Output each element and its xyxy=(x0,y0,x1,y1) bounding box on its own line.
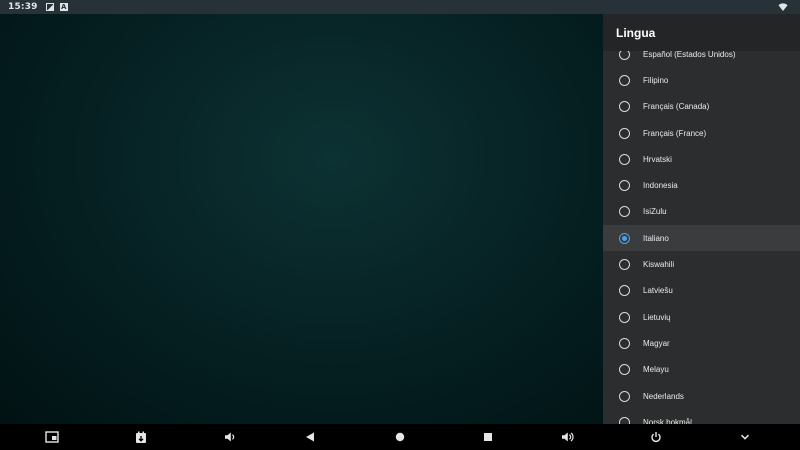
wifi-icon xyxy=(778,2,788,12)
language-option[interactable]: Norsk bokmål xyxy=(603,409,800,424)
radio-button[interactable] xyxy=(619,180,630,192)
language-option-label: Lietuvių xyxy=(643,312,671,322)
language-option[interactable]: Filipino xyxy=(603,67,800,93)
volume-up-icon[interactable] xyxy=(560,429,576,445)
language-option-label: Nederlands xyxy=(643,391,684,401)
language-option[interactable]: Nederlands xyxy=(603,383,800,409)
language-option-label: Hrvatski xyxy=(643,154,672,164)
screenshot-icon[interactable] xyxy=(133,429,149,445)
language-option[interactable]: Français (France) xyxy=(603,120,800,146)
language-option[interactable]: Indonesia xyxy=(603,172,800,198)
language-option[interactable]: Français (Canada) xyxy=(603,94,800,120)
text-a-icon: A xyxy=(59,3,68,11)
radio-button[interactable] xyxy=(619,232,630,244)
language-option[interactable]: Italiano xyxy=(603,225,800,252)
image-icon xyxy=(45,3,54,11)
volume-down-icon[interactable] xyxy=(222,429,238,445)
radio-button[interactable] xyxy=(619,416,630,424)
language-option-label: Filipino xyxy=(643,75,669,85)
language-panel: Lingua Español (Estados Unidos) Filipino F… xyxy=(603,14,800,424)
recents-icon[interactable] xyxy=(480,429,496,445)
language-option-label: Magyar xyxy=(643,338,670,348)
navigation-bar xyxy=(0,424,800,450)
radio-button[interactable] xyxy=(619,206,630,218)
radio-button[interactable] xyxy=(619,153,630,165)
radio-button[interactable] xyxy=(619,311,630,323)
language-option-label: IsiZulu xyxy=(643,207,667,217)
language-option-label: Latviešu xyxy=(643,286,673,296)
language-option[interactable]: Lietuvių xyxy=(603,304,800,330)
radio-button[interactable] xyxy=(619,101,630,113)
back-icon[interactable] xyxy=(302,429,318,445)
power-icon[interactable] xyxy=(648,429,664,445)
status-time: 15:39 xyxy=(8,2,38,12)
language-option[interactable]: Kiswahili xyxy=(603,251,800,277)
wallpaper xyxy=(0,14,604,424)
radio-button[interactable] xyxy=(619,259,630,271)
chevron-down-icon[interactable] xyxy=(737,429,753,445)
language-option[interactable]: Melayu xyxy=(603,357,800,383)
language-option[interactable]: Latviešu xyxy=(603,278,800,304)
language-option-label: Kiswahili xyxy=(643,260,675,270)
language-option-label: Melayu xyxy=(643,365,669,375)
language-option-label: Français (France) xyxy=(643,128,707,138)
status-bar: 15:39 A xyxy=(0,0,800,14)
language-option-label: Italiano xyxy=(643,233,669,243)
radio-button[interactable] xyxy=(619,390,630,402)
screen: 15:39 A Lingua Español (Estados Unidos) F… xyxy=(0,0,800,450)
radio-button[interactable] xyxy=(619,127,630,139)
radio-button[interactable] xyxy=(619,337,630,349)
language-option[interactable]: IsiZulu xyxy=(603,199,800,225)
language-option[interactable]: Magyar xyxy=(603,330,800,356)
panel-title: Lingua xyxy=(603,14,800,51)
radio-button[interactable] xyxy=(619,74,630,86)
picture-in-picture-icon[interactable] xyxy=(44,429,60,445)
language-option-label: Indonesia xyxy=(643,181,678,191)
language-option[interactable]: Hrvatski xyxy=(603,146,800,172)
language-list[interactable]: Español (Estados Unidos) Filipino Français… xyxy=(603,41,800,424)
radio-button[interactable] xyxy=(619,285,630,297)
notification-icons: A xyxy=(45,3,68,11)
home-icon[interactable] xyxy=(392,429,408,445)
language-option-label: Français (Canada) xyxy=(643,102,710,112)
radio-button[interactable] xyxy=(619,364,630,376)
